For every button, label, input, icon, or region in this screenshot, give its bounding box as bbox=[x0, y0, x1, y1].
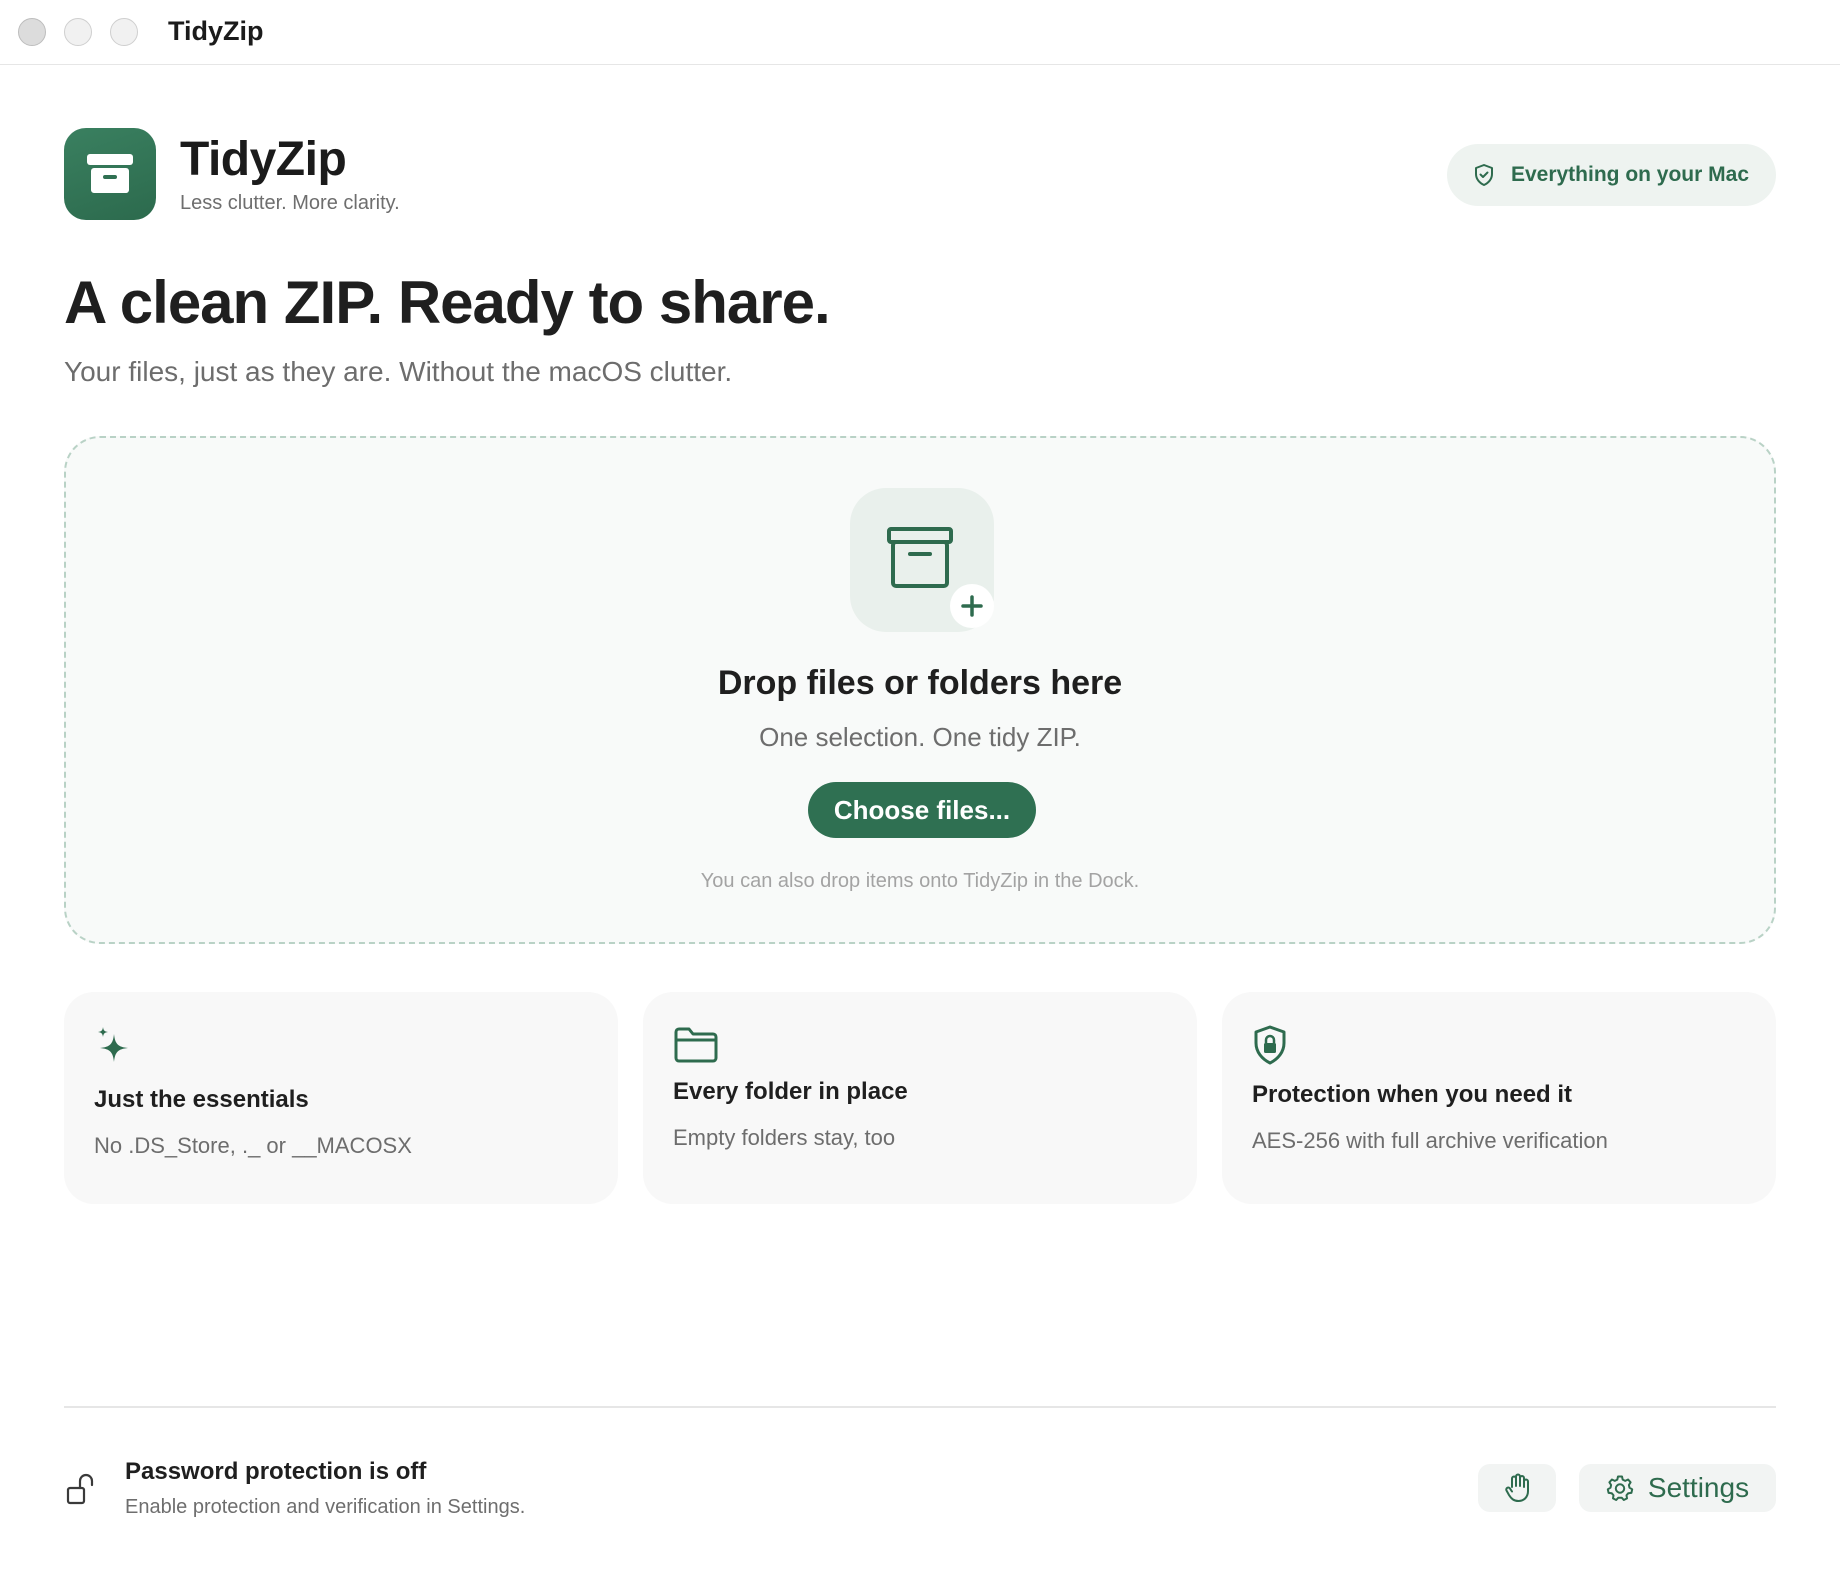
sparkles-icon bbox=[98, 1027, 128, 1062]
feature-description: No .DS_Store, ._ or __MACOSX bbox=[94, 1133, 412, 1158]
choose-files-button[interactable]: Choose files... bbox=[808, 782, 1036, 838]
shield-check-icon bbox=[1474, 164, 1493, 186]
app-header: TidyZip Less clutter. More clarity. Ever… bbox=[64, 128, 1776, 220]
settings-button[interactable]: Settings bbox=[1579, 1464, 1776, 1512]
app-logo bbox=[64, 128, 156, 220]
footer-divider bbox=[64, 1406, 1776, 1408]
window-title: TidyZip bbox=[168, 16, 264, 46]
minimize-window-button[interactable] bbox=[64, 18, 92, 46]
app-tagline: Less clutter. More clarity. bbox=[180, 192, 400, 214]
hand-icon bbox=[1505, 1473, 1529, 1502]
feature-card-essentials: Just the essentials No .DS_Store, ._ or … bbox=[64, 992, 618, 1204]
feature-title: Every folder in place bbox=[673, 1078, 908, 1105]
zoom-window-button[interactable] bbox=[110, 18, 138, 46]
title-bar: TidyZip bbox=[0, 0, 1840, 65]
feature-title: Just the essentials bbox=[94, 1086, 309, 1113]
settings-button-label: Settings bbox=[1647, 1472, 1750, 1503]
drop-zone[interactable]: Drop files or folders here One selection… bbox=[64, 436, 1776, 944]
plus-icon bbox=[950, 584, 994, 628]
folder-icon bbox=[674, 1027, 718, 1063]
shield-lock-icon bbox=[1254, 1025, 1286, 1065]
drop-zone-title: Drop files or folders here bbox=[717, 664, 1123, 702]
feature-card-protection: Protection when you need it AES-256 with… bbox=[1222, 992, 1776, 1204]
gear-icon bbox=[1606, 1475, 1634, 1501]
archive-box-plus-icon bbox=[850, 488, 994, 632]
hero-subtitle: Your files, just as they are. Without th… bbox=[64, 356, 733, 387]
hand-button[interactable] bbox=[1478, 1464, 1556, 1512]
password-status-title: Password protection is off bbox=[125, 1458, 427, 1485]
archive-box-icon bbox=[887, 527, 953, 588]
local-processing-badge: Everything on your Mac bbox=[1446, 144, 1776, 206]
drop-zone-subtitle: One selection. One tidy ZIP. bbox=[759, 722, 1081, 752]
app-name: TidyZip bbox=[180, 133, 347, 186]
feature-description: Empty folders stay, too bbox=[673, 1125, 896, 1150]
feature-title: Protection when you need it bbox=[1252, 1081, 1573, 1108]
unlock-icon bbox=[66, 1473, 94, 1505]
close-window-button[interactable] bbox=[18, 18, 46, 46]
drop-zone-hint: You can also drop items onto TidyZip in … bbox=[700, 870, 1140, 892]
password-status-subtitle: Enable protection and verification in Se… bbox=[125, 1496, 526, 1518]
local-badge-label: Everything on your Mac bbox=[1510, 163, 1749, 186]
feature-description: AES-256 with full archive verification bbox=[1252, 1128, 1608, 1153]
feature-card-folders: Every folder in place Empty folders stay… bbox=[643, 992, 1197, 1204]
hero-title: A clean ZIP. Ready to share. bbox=[64, 269, 831, 336]
archive-box-icon bbox=[87, 154, 133, 193]
